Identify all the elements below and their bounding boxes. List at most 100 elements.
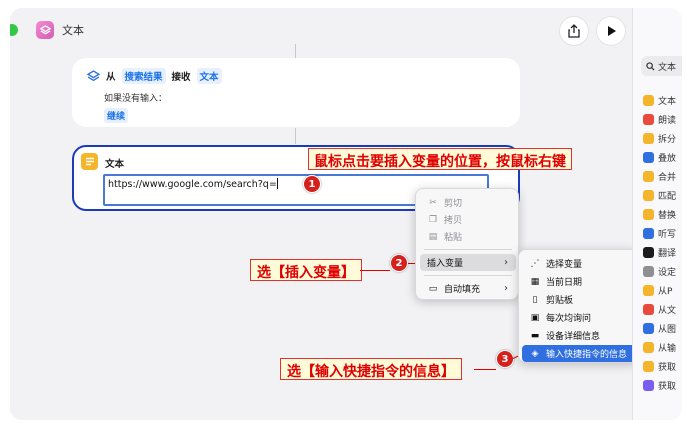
menu-item-paste: ▤ 粘贴 bbox=[420, 228, 516, 245]
submenu-item-shortcut-input[interactable]: ◈ 输入快捷指令的信息 bbox=[522, 345, 638, 362]
receive-action-card[interactable]: 从 搜索结果 接收 文本 如果没有输入： 继续 bbox=[72, 58, 520, 127]
sidebar-action-label: 翻译 bbox=[658, 248, 677, 259]
text-icon bbox=[81, 153, 98, 170]
sidebar-action-label: 从图 bbox=[658, 324, 677, 335]
search-query: 文本 bbox=[658, 62, 677, 73]
chevron-right-icon: › bbox=[504, 257, 508, 268]
action-icon bbox=[643, 284, 654, 296]
sidebar-action-label: 朗读 bbox=[658, 115, 677, 126]
layers-icon bbox=[87, 69, 100, 81]
menu-item-insert-variable[interactable]: 插入变量 › bbox=[420, 254, 516, 271]
editor-canvas: 文本 从 搜索结果 接收 文本 如果没有输入： 继续 文本 https://ww… bbox=[10, 8, 640, 420]
calendar-icon: ▦ bbox=[530, 276, 540, 287]
sidebar-action-label: 拆分 bbox=[658, 134, 677, 145]
sidebar-action-item[interactable]: 匹配 bbox=[643, 187, 676, 203]
action-icon bbox=[643, 189, 654, 201]
text-cursor bbox=[276, 178, 278, 189]
share-icon bbox=[568, 24, 580, 38]
action-icon bbox=[643, 341, 654, 353]
action-icon bbox=[643, 151, 654, 163]
sidebar-action-label: 匹配 bbox=[658, 191, 677, 202]
from-label: 从 bbox=[106, 72, 116, 83]
submenu-item-label: 剪贴板 bbox=[546, 296, 574, 306]
sidebar-action-item[interactable]: 从P bbox=[643, 282, 672, 298]
layers-icon: ◈ bbox=[531, 348, 539, 359]
shortcut-icon[interactable] bbox=[36, 21, 54, 39]
action-icon bbox=[643, 360, 654, 372]
menu-item-label: 自动填充 bbox=[444, 285, 481, 295]
sidebar-action-item[interactable]: 从输 bbox=[643, 339, 676, 355]
submenu-item-clipboard[interactable]: ▯ 剪贴板 bbox=[522, 291, 638, 308]
clipboard-icon: ▯ bbox=[532, 294, 538, 305]
menu-item-label: 拷贝 bbox=[444, 216, 463, 226]
sidebar-action-item[interactable]: 替换 bbox=[643, 206, 676, 222]
action-icon bbox=[643, 132, 654, 144]
share-button[interactable] bbox=[560, 17, 588, 45]
submenu-item-select-variable[interactable]: ⋰ 选择变量 bbox=[522, 255, 638, 272]
flow-connector bbox=[295, 128, 296, 144]
play-icon bbox=[608, 26, 616, 36]
sidebar-action-label: 从文 bbox=[658, 305, 677, 316]
submenu-item-label: 选择变量 bbox=[546, 260, 583, 270]
action-icon bbox=[643, 246, 654, 258]
arrow-line bbox=[474, 369, 496, 370]
menu-item-label: 插入变量 bbox=[427, 259, 464, 269]
scissors-icon: ✂ bbox=[429, 197, 437, 208]
submenu-item-ask-each-time[interactable]: ▣ 每次均询问 bbox=[522, 309, 638, 326]
sidebar-action-label: 从P bbox=[658, 286, 673, 297]
context-menu: ✂ 剪切 ❐ 拷贝 ▤ 粘贴 插入变量 › ▭ 自动填充 › bbox=[415, 188, 519, 300]
sidebar-action-item[interactable]: 从图 bbox=[643, 320, 676, 336]
sidebar-action-label: 替换 bbox=[658, 210, 677, 221]
continue-token[interactable]: 继续 bbox=[104, 108, 129, 123]
question-box-icon: ▣ bbox=[530, 312, 540, 323]
sidebar-action-label: 获取 bbox=[658, 381, 677, 392]
sidebar-action-item[interactable]: 听写 bbox=[643, 225, 676, 241]
submenu-item-label: 当前日期 bbox=[546, 278, 583, 288]
receive-label: 接收 bbox=[171, 72, 191, 83]
action-icon bbox=[643, 227, 654, 239]
shortcut-title[interactable]: 文本 bbox=[62, 22, 84, 38]
shortcuts-window: 文本 从 搜索结果 接收 文本 如果没有输入： 继续 文本 https://ww… bbox=[10, 8, 682, 420]
sidebar-action-item[interactable]: 获取 bbox=[643, 377, 676, 393]
chevron-right-icon: › bbox=[504, 283, 508, 294]
sidebar-action-item[interactable]: 合并 bbox=[643, 168, 676, 184]
source-token[interactable]: 搜索结果 bbox=[121, 68, 166, 84]
top-bar: 文本 bbox=[10, 8, 632, 52]
sidebar-action-item[interactable]: 拆分 bbox=[643, 130, 676, 146]
step-badge-3: 3 bbox=[496, 350, 514, 368]
submenu-item-current-date[interactable]: ▦ 当前日期 bbox=[522, 273, 638, 290]
magic-wand-icon: ⋰ bbox=[530, 258, 540, 269]
callout-insert-variable: 选【插入变量】 bbox=[250, 259, 362, 281]
sidebar-action-item[interactable]: 翻译 bbox=[643, 244, 676, 260]
action-icon bbox=[643, 170, 654, 182]
menu-item-copy: ❐ 拷贝 bbox=[420, 211, 516, 228]
action-search-field[interactable]: 文本 bbox=[641, 56, 682, 76]
sidebar-action-item[interactable]: 文本 bbox=[643, 92, 676, 108]
submenu-item-label: 每次均询问 bbox=[546, 314, 592, 324]
sidebar-action-item[interactable]: 朗读 bbox=[643, 111, 676, 127]
sidebar-action-item[interactable]: 叠放 bbox=[643, 149, 676, 165]
monitor-icon: ▬ bbox=[530, 330, 540, 341]
url-text: https://www.google.com/search?q= bbox=[108, 179, 277, 190]
action-icon bbox=[643, 208, 654, 220]
action-icon bbox=[643, 303, 654, 315]
sidebar-action-item[interactable]: 获取 bbox=[643, 358, 676, 374]
sidebar-action-item[interactable]: 设定 bbox=[643, 263, 676, 279]
sidebar-action-label: 设定 bbox=[658, 267, 677, 278]
callout-right-click: 鼠标点击要插入变量的位置，按鼠标右键 bbox=[308, 148, 572, 170]
submenu-item-label: 设备详细信息 bbox=[546, 332, 601, 342]
type-token[interactable]: 文本 bbox=[196, 68, 222, 84]
receive-header: 从 搜索结果 接收 文本 bbox=[87, 68, 222, 84]
submenu-item-label: 输入快捷指令的信息 bbox=[546, 350, 628, 360]
sidebar-action-item[interactable]: 从文 bbox=[643, 301, 676, 317]
text-action-title: 文本 bbox=[105, 159, 125, 170]
action-icon bbox=[643, 265, 654, 277]
menu-item-autofill[interactable]: ▭ 自动填充 › bbox=[420, 280, 516, 297]
window-zoom-button[interactable] bbox=[10, 24, 18, 36]
run-button[interactable] bbox=[597, 17, 625, 45]
menu-item-label: 粘贴 bbox=[444, 233, 463, 243]
menu-separator bbox=[424, 275, 512, 276]
submenu-item-device-details[interactable]: ▬ 设备详细信息 bbox=[522, 327, 638, 344]
step-badge-1: 1 bbox=[303, 175, 321, 193]
callout-shortcut-input: 选【输入快捷指令的信息】 bbox=[280, 358, 462, 380]
